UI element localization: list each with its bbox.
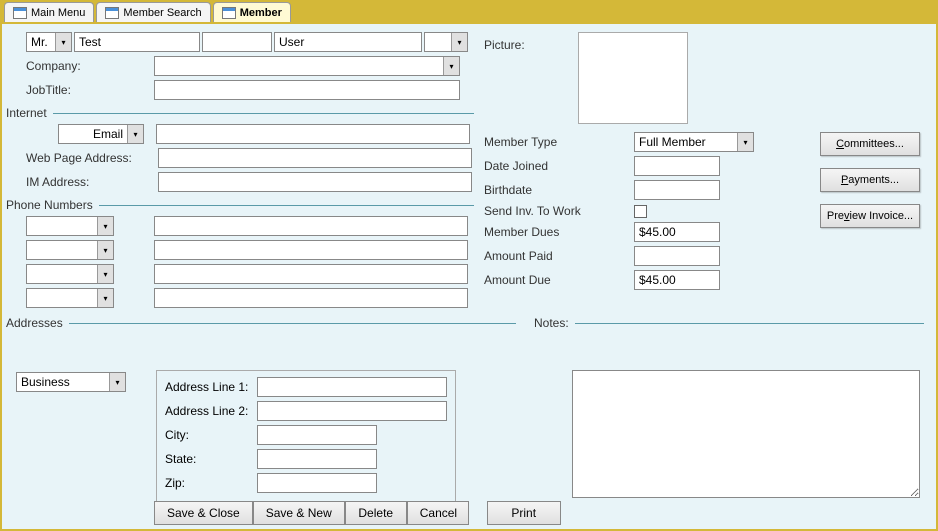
jobtitle-label: JobTitle: — [26, 83, 154, 97]
city-input[interactable] — [257, 425, 377, 445]
member-form: Mr. ▾ ▾ Picture: Company: ▾ JobTitle: In… — [0, 22, 938, 531]
suffix-dropdown[interactable]: ▾ — [424, 32, 468, 52]
title-dropdown[interactable]: Mr. ▾ — [26, 32, 72, 52]
amount-due-input[interactable] — [634, 270, 720, 290]
member-type-value: Full Member — [635, 135, 737, 149]
chevron-down-icon[interactable]: ▾ — [737, 133, 753, 151]
print-button[interactable]: Print — [487, 501, 561, 525]
member-type-label: Member Type — [484, 135, 634, 149]
amount-paid-input[interactable] — [634, 246, 720, 266]
section-divider — [575, 323, 924, 324]
webpage-input[interactable] — [158, 148, 472, 168]
preview-invoice-button[interactable]: Preview Invoice... — [820, 204, 920, 228]
last-name-input[interactable] — [274, 32, 422, 52]
email-type-dropdown[interactable]: Email ▾ — [58, 124, 144, 144]
im-label: IM Address: — [26, 175, 158, 189]
phone-type-dropdown[interactable]: ▾ — [26, 240, 114, 260]
chevron-down-icon[interactable]: ▾ — [97, 289, 113, 307]
section-divider — [69, 323, 516, 324]
tab-label: Main Menu — [31, 7, 85, 19]
amount-due-label: Amount Due — [484, 273, 634, 287]
state-label: State: — [165, 452, 257, 466]
tab-label: Member Search — [123, 7, 201, 19]
address-panel: Address Line 1: Address Line 2: City: St… — [156, 370, 456, 504]
phone-input[interactable] — [154, 288, 468, 308]
phone-type-dropdown[interactable]: ▾ — [26, 216, 114, 236]
city-label: City: — [165, 428, 257, 442]
form-icon — [105, 7, 119, 19]
delete-button[interactable]: Delete — [345, 501, 407, 525]
section-divider — [99, 205, 474, 206]
committees-button[interactable]: Committees... — [820, 132, 920, 156]
tab-member-search[interactable]: Member Search — [96, 2, 210, 22]
addr-line2-label: Address Line 2: — [165, 404, 257, 418]
address-type-dropdown[interactable]: Business ▾ — [16, 372, 126, 392]
tab-member[interactable]: Member — [213, 2, 291, 22]
member-dues-label: Member Dues — [484, 225, 634, 239]
form-icon — [13, 7, 27, 19]
amount-paid-label: Amount Paid — [484, 249, 634, 263]
phone-type-dropdown[interactable]: ▾ — [26, 264, 114, 284]
chevron-down-icon[interactable]: ▾ — [97, 217, 113, 235]
addr-line1-input[interactable] — [257, 377, 447, 397]
birthdate-input[interactable] — [634, 180, 720, 200]
member-type-dropdown[interactable]: Full Member ▾ — [634, 132, 754, 152]
member-dues-input[interactable] — [634, 222, 720, 242]
button-bar: Save & Close Save & New Delete Cancel Pr… — [154, 501, 561, 525]
addr-line1-label: Address Line 1: — [165, 380, 257, 394]
payments-button[interactable]: Payments... — [820, 168, 920, 192]
section-divider — [53, 113, 474, 114]
middle-name-input[interactable] — [202, 32, 272, 52]
email-type-value: Email — [59, 127, 127, 141]
first-name-input[interactable] — [74, 32, 200, 52]
phone-input[interactable] — [154, 264, 468, 284]
chevron-down-icon[interactable]: ▾ — [55, 33, 71, 51]
phone-type-dropdown[interactable]: ▾ — [26, 288, 114, 308]
save-new-button[interactable]: Save & New — [253, 501, 345, 525]
company-dropdown[interactable]: ▾ — [154, 56, 460, 76]
phone-input[interactable] — [154, 216, 468, 236]
tab-bar: Main Menu Member Search Member — [0, 0, 938, 22]
state-input[interactable] — [257, 449, 377, 469]
notes-section-title: Notes: — [534, 316, 569, 330]
notes-textarea[interactable] — [572, 370, 920, 498]
chevron-down-icon[interactable]: ▾ — [109, 373, 125, 391]
save-close-button[interactable]: Save & Close — [154, 501, 253, 525]
email-input[interactable] — [156, 124, 470, 144]
phone-section-title: Phone Numbers — [6, 198, 93, 212]
zip-label: Zip: — [165, 476, 257, 490]
address-type-value: Business — [17, 375, 109, 389]
form-icon — [222, 7, 236, 19]
chevron-down-icon[interactable]: ▾ — [127, 125, 143, 143]
webpage-label: Web Page Address: — [26, 151, 158, 165]
tab-main-menu[interactable]: Main Menu — [4, 2, 94, 22]
chevron-down-icon[interactable]: ▾ — [443, 57, 459, 75]
phone-input[interactable] — [154, 240, 468, 260]
internet-section-title: Internet — [6, 106, 47, 120]
im-input[interactable] — [158, 172, 472, 192]
date-joined-input[interactable] — [634, 156, 720, 176]
addresses-section-title: Addresses — [6, 316, 63, 330]
title-value: Mr. — [27, 35, 55, 49]
addr-line2-input[interactable] — [257, 401, 447, 421]
chevron-down-icon[interactable]: ▾ — [97, 265, 113, 283]
picture-label: Picture: — [484, 38, 525, 52]
birthdate-label: Birthdate — [484, 183, 634, 197]
zip-input[interactable] — [257, 473, 377, 493]
chevron-down-icon[interactable]: ▾ — [97, 241, 113, 259]
company-label: Company: — [26, 59, 154, 73]
chevron-down-icon[interactable]: ▾ — [451, 33, 467, 51]
picture-box[interactable] — [578, 32, 688, 124]
jobtitle-input[interactable] — [154, 80, 460, 100]
date-joined-label: Date Joined — [484, 159, 634, 173]
cancel-button[interactable]: Cancel — [407, 501, 469, 525]
send-inv-checkbox[interactable] — [634, 205, 647, 218]
tab-label: Member — [240, 7, 282, 19]
send-inv-label: Send Inv. To Work — [484, 204, 634, 218]
